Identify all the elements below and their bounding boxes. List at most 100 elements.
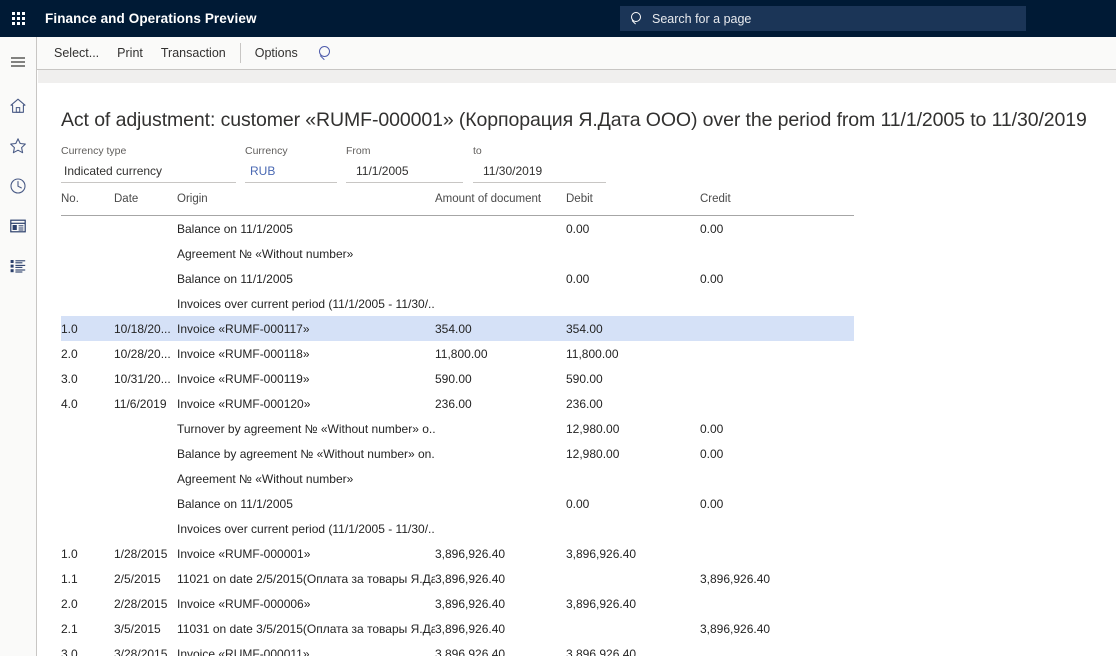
column-header-credit[interactable]: Credit (700, 193, 854, 205)
currency-type-value[interactable]: Indicated currency (61, 161, 236, 183)
to-date-field[interactable]: to 11/30/2019 (473, 145, 606, 183)
table-row[interactable]: Balance on 11/1/2005 0.000.00 (61, 216, 854, 241)
cell-origin[interactable]: Invoices over current period (11/1/2005 … (177, 297, 435, 311)
cell-no[interactable]: 3.0 (61, 647, 114, 656)
cell-debit[interactable]: 0.00 (566, 497, 700, 511)
cell-date[interactable]: 1/28/2015 (114, 547, 177, 561)
column-header-date[interactable]: Date (114, 193, 177, 205)
cell-no[interactable]: 1.0 (61, 322, 114, 336)
cell-origin[interactable]: Balance on 11/1/2005 (177, 222, 435, 236)
transaction-button[interactable]: Transaction (152, 41, 235, 65)
workspaces-button[interactable] (0, 209, 36, 243)
table-row[interactable]: Turnover by agreement № «Without number»… (61, 416, 854, 441)
cell-debit[interactable]: 354.00 (566, 322, 700, 336)
nav-menu-button[interactable] (0, 45, 36, 79)
table-row[interactable]: 1.010/18/20...Invoice «RUMF-000117»354.0… (61, 316, 854, 341)
column-header-amount-of-document[interactable]: Amount of document (435, 193, 566, 205)
table-row[interactable]: 1.01/28/2015Invoice «RUMF-000001»3,896,9… (61, 541, 854, 566)
cell-origin[interactable]: Invoice «RUMF-000006» (177, 597, 435, 611)
cell-date[interactable]: 2/5/2015 (114, 572, 177, 586)
app-launcher-waffle-icon[interactable] (0, 0, 37, 37)
cell-amount[interactable]: 590.00 (435, 372, 566, 386)
column-header-debit[interactable]: Debit (566, 193, 700, 205)
cell-credit[interactable]: 3,896,926.40 (700, 572, 854, 586)
cell-no[interactable]: 2.0 (61, 347, 114, 361)
cell-credit[interactable]: 3,896,926.40 (700, 622, 854, 636)
cell-date[interactable]: 10/31/20... (114, 372, 177, 386)
from-date-value[interactable]: 11/1/2005 (346, 161, 463, 183)
to-date-value[interactable]: 11/30/2019 (473, 161, 606, 183)
cell-no[interactable]: 3.0 (61, 372, 114, 386)
cell-debit[interactable]: 3,896,926.40 (566, 647, 700, 656)
table-row[interactable]: Invoices over current period (11/1/2005 … (61, 516, 854, 541)
cell-date[interactable]: 3/5/2015 (114, 622, 177, 636)
table-row[interactable]: Agreement № «Without number» (61, 466, 854, 491)
table-row[interactable]: 4.011/6/2019Invoice «RUMF-000120»236.002… (61, 391, 854, 416)
cell-debit[interactable]: 12,980.00 (566, 422, 700, 436)
cell-origin[interactable]: Invoice «RUMF-000001» (177, 547, 435, 561)
cell-origin[interactable]: 11021 on date 2/5/2015(Оплата за товары … (177, 572, 435, 586)
cell-no[interactable]: 1.0 (61, 547, 114, 561)
cell-origin[interactable]: Balance by agreement № «Without number» … (177, 447, 435, 461)
cell-amount[interactable]: 3,896,926.40 (435, 547, 566, 561)
cell-no[interactable]: 2.0 (61, 597, 114, 611)
cell-debit[interactable]: 590.00 (566, 372, 700, 386)
favorites-button[interactable] (0, 129, 36, 163)
table-row[interactable]: Balance on 11/1/20050.000.00 (61, 491, 854, 516)
cell-credit[interactable]: 0.00 (700, 222, 854, 236)
cell-amount[interactable]: 3,896,926.40 (435, 647, 566, 656)
recent-button[interactable] (0, 169, 36, 203)
cell-no[interactable]: 4.0 (61, 397, 114, 411)
from-date-field[interactable]: From 11/1/2005 (346, 145, 463, 183)
cell-origin[interactable]: Balance on 11/1/2005 (177, 272, 435, 286)
currency-type-field[interactable]: Currency type Indicated currency (61, 145, 236, 183)
table-row[interactable]: 2.13/5/201511031 on date 3/5/2015(Оплата… (61, 616, 854, 641)
global-search-input[interactable]: Search for a page (620, 6, 1026, 31)
currency-field[interactable]: Currency RUB (245, 145, 337, 183)
currency-value-link[interactable]: RUB (245, 161, 337, 183)
cell-credit[interactable]: 0.00 (700, 447, 854, 461)
cell-no[interactable]: 2.1 (61, 622, 114, 636)
modules-button[interactable] (0, 249, 36, 283)
cell-debit[interactable]: 0.00 (566, 222, 700, 236)
cell-date[interactable]: 11/6/2019 (114, 397, 177, 411)
cell-amount[interactable]: 354.00 (435, 322, 566, 336)
cell-origin[interactable]: Invoices over current period (11/1/2005 … (177, 522, 435, 536)
table-row[interactable]: Balance on 11/1/20050.000.00 (61, 266, 854, 291)
cell-origin[interactable]: Invoice «RUMF-000118» (177, 347, 435, 361)
table-row[interactable]: Agreement № «Without number» (61, 241, 854, 266)
cell-amount[interactable]: 3,896,926.40 (435, 597, 566, 611)
cell-date[interactable]: 10/28/20... (114, 347, 177, 361)
cell-credit[interactable]: 0.00 (700, 272, 854, 286)
table-row[interactable]: 1.12/5/201511021 on date 2/5/2015(Оплата… (61, 566, 854, 591)
search-icon[interactable] (315, 42, 337, 64)
cell-credit[interactable]: 0.00 (700, 497, 854, 511)
cell-date[interactable]: 2/28/2015 (114, 597, 177, 611)
cell-amount[interactable]: 236.00 (435, 397, 566, 411)
cell-credit[interactable]: 0.00 (700, 422, 854, 436)
cell-origin[interactable]: Invoice «RUMF-000117» (177, 322, 435, 336)
table-row[interactable]: 2.02/28/2015Invoice «RUMF-000006»3,896,9… (61, 591, 854, 616)
table-row[interactable]: Invoices over current period (11/1/2005 … (61, 291, 854, 316)
column-header-no[interactable]: No. (61, 193, 114, 205)
cell-origin[interactable]: 11031 on date 3/5/2015(Оплата за товары … (177, 622, 435, 636)
cell-debit[interactable]: 3,896,926.40 (566, 597, 700, 611)
cell-origin[interactable]: Invoice «RUMF-000119» (177, 372, 435, 386)
cell-amount[interactable]: 3,896,926.40 (435, 572, 566, 586)
cell-date[interactable]: 3/28/2015 (114, 647, 177, 656)
cell-no[interactable]: 1.1 (61, 572, 114, 586)
home-button[interactable] (0, 89, 36, 123)
table-row[interactable]: 3.03/28/2015Invoice «RUMF-000011»3,896,9… (61, 641, 854, 656)
cell-origin[interactable]: Invoice «RUMF-000011» (177, 647, 435, 656)
cell-date[interactable]: 10/18/20... (114, 322, 177, 336)
cell-amount[interactable]: 3,896,926.40 (435, 622, 566, 636)
cell-debit[interactable]: 3,896,926.40 (566, 547, 700, 561)
column-header-origin[interactable]: Origin (177, 193, 435, 205)
cell-debit[interactable]: 12,980.00 (566, 447, 700, 461)
cell-origin[interactable]: Invoice «RUMF-000120» (177, 397, 435, 411)
cell-origin[interactable]: Turnover by agreement № «Without number»… (177, 422, 435, 436)
table-row[interactable]: 3.010/31/20...Invoice «RUMF-000119»590.0… (61, 366, 854, 391)
cell-debit[interactable]: 236.00 (566, 397, 700, 411)
select-button[interactable]: Select... (45, 41, 108, 65)
table-row[interactable]: 2.010/28/20...Invoice «RUMF-000118»11,80… (61, 341, 854, 366)
